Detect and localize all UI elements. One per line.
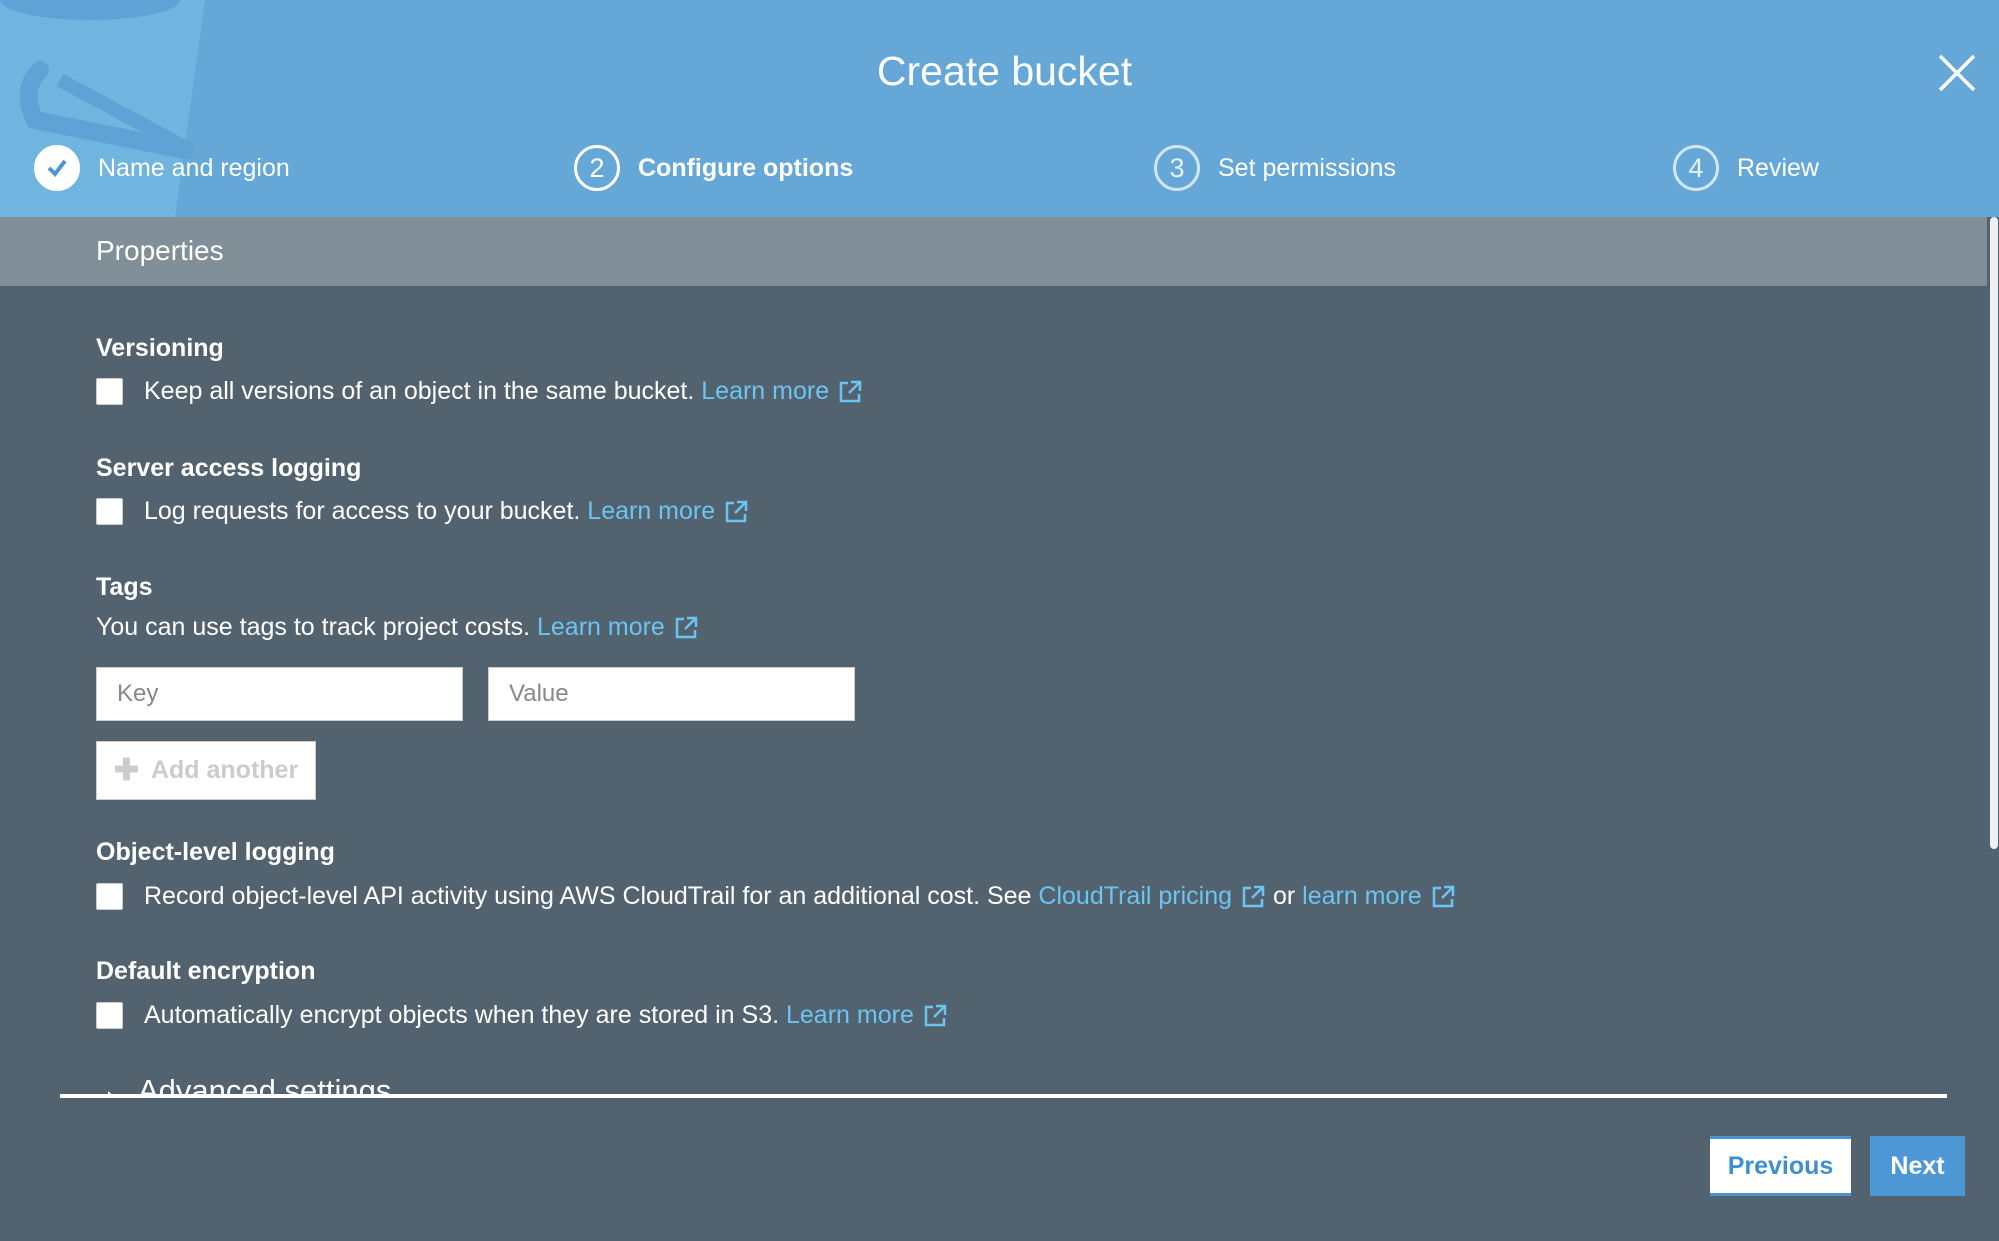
- cloudtrail-pricing-link[interactable]: CloudTrail pricing: [1038, 882, 1266, 911]
- encryption-learn-more-link[interactable]: Learn more: [786, 1001, 948, 1030]
- tags-heading: Tags: [96, 573, 153, 601]
- scrollbar[interactable]: [1988, 217, 1999, 1097]
- dialog-title: Create bucket: [876, 48, 1133, 94]
- section-title: Properties: [96, 235, 224, 266]
- server-logging-checkbox[interactable]: [96, 498, 123, 525]
- footer-divider: [60, 1094, 1947, 1098]
- step-label: Review: [1737, 153, 1819, 182]
- step-number: 3: [1154, 145, 1200, 191]
- tag-key-input[interactable]: [96, 667, 463, 721]
- object-logging-text: Record object-level API activity using A…: [144, 882, 1039, 910]
- step-number: 2: [574, 145, 620, 191]
- step-number: 4: [1673, 145, 1719, 191]
- versioning-checkbox[interactable]: [96, 378, 123, 405]
- scrollbar-thumb[interactable]: [1990, 217, 1998, 849]
- external-link-icon: [839, 380, 862, 402]
- server-logging-learn-more-link[interactable]: Learn more: [587, 497, 749, 526]
- server-logging-heading: Server access logging: [96, 454, 362, 482]
- check-circle-icon: [34, 145, 80, 191]
- versioning-heading: Versioning: [96, 334, 224, 362]
- plus-icon: ✚: [113, 754, 139, 787]
- object-logging-checkbox[interactable]: [96, 883, 123, 910]
- tags-learn-more-link[interactable]: Learn more: [537, 613, 699, 642]
- tag-value-input[interactable]: [488, 667, 855, 721]
- external-link-icon: [924, 1004, 947, 1026]
- link-text: Learn more: [701, 377, 830, 405]
- encryption-heading: Default encryption: [96, 957, 316, 985]
- object-logging-row: Record object-level API activity using A…: [96, 882, 1456, 911]
- link-text: Learn more: [587, 497, 716, 525]
- tags-text: You can use tags to track project costs.: [96, 613, 537, 641]
- step-configure-options[interactable]: 2 Configure options: [574, 145, 853, 191]
- step-label: Configure options: [638, 153, 854, 182]
- versioning-learn-more-link[interactable]: Learn more: [701, 377, 863, 406]
- link-text: CloudTrail pricing: [1038, 882, 1233, 910]
- external-link-icon: [1242, 885, 1265, 907]
- link-text: Learn more: [786, 1001, 914, 1029]
- tags-description: You can use tags to track project costs.…: [96, 613, 699, 642]
- external-link-icon: [725, 500, 748, 522]
- previous-button[interactable]: Previous: [1710, 1136, 1851, 1196]
- external-link-icon: [675, 616, 698, 638]
- versioning-row: Keep all versions of an object in the sa…: [96, 377, 863, 406]
- wizard-header: Create bucket Name and region 2 Configur…: [0, 0, 1999, 217]
- section-header: Properties: [0, 217, 1987, 286]
- step-label: Set permissions: [1218, 153, 1396, 182]
- encryption-checkbox[interactable]: [96, 1002, 123, 1029]
- step-set-permissions[interactable]: 3 Set permissions: [1154, 145, 1396, 191]
- object-logging-learn-more-link[interactable]: learn more: [1302, 882, 1456, 911]
- link-text: learn more: [1302, 882, 1422, 910]
- server-logging-text: Log requests for access to your bucket.: [144, 497, 588, 525]
- encryption-row: Automatically encrypt objects when they …: [96, 1001, 948, 1030]
- or-text: or: [1266, 882, 1303, 910]
- next-button[interactable]: Next: [1870, 1136, 1965, 1196]
- add-another-label: Add another: [150, 756, 299, 784]
- step-review[interactable]: 4 Review: [1673, 145, 1819, 191]
- versioning-text: Keep all versions of an object in the sa…: [144, 377, 702, 405]
- step-name-and-region[interactable]: Name and region: [34, 145, 290, 191]
- external-link-icon: [1432, 885, 1454, 907]
- server-logging-row: Log requests for access to your bucket. …: [96, 497, 749, 526]
- step-label: Name and region: [98, 153, 290, 182]
- encryption-text: Automatically encrypt objects when they …: [144, 1001, 786, 1029]
- link-text: Learn more: [536, 613, 665, 641]
- add-another-tag-button[interactable]: ✚ Add another: [96, 741, 316, 800]
- object-logging-heading: Object-level logging: [96, 838, 335, 866]
- close-icon[interactable]: [1937, 53, 1977, 93]
